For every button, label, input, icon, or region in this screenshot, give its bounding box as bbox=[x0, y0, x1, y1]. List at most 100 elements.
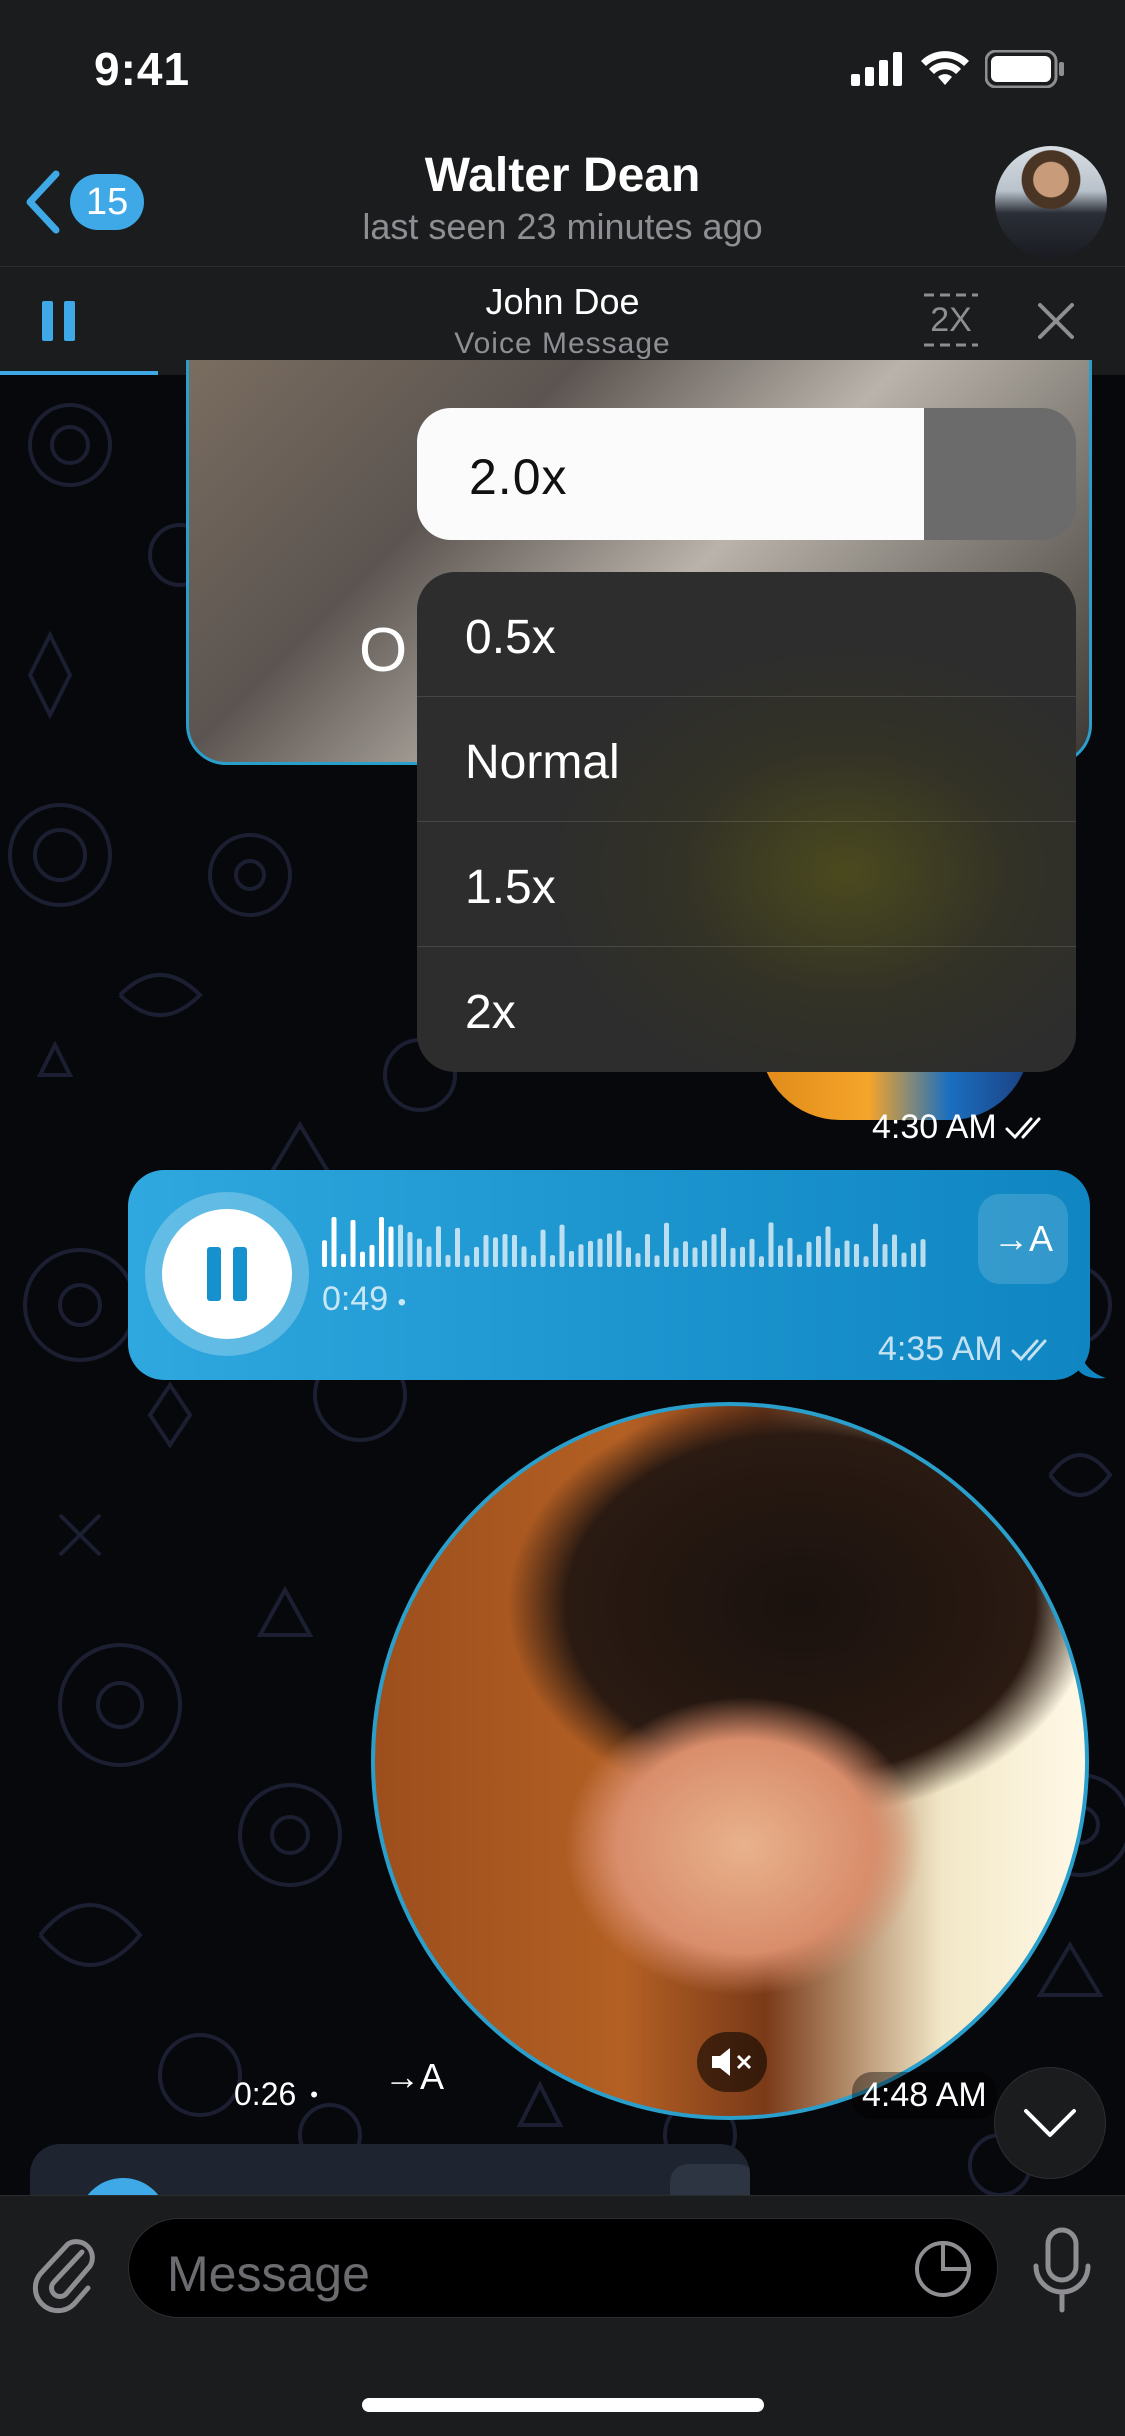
video-translate-button[interactable]: →A bbox=[384, 2056, 444, 2098]
message-input[interactable]: Message bbox=[128, 2218, 998, 2318]
waveform-bar bbox=[825, 1226, 831, 1267]
double-check-icon bbox=[1005, 1117, 1041, 1139]
waveform-bar bbox=[426, 1246, 432, 1267]
waveform-bar bbox=[882, 1244, 888, 1267]
status-time: 9:41 bbox=[94, 43, 191, 95]
chat-subtitle: last seen 23 minutes ago bbox=[362, 206, 763, 247]
status-icons bbox=[851, 50, 1065, 88]
scroll-down-button[interactable] bbox=[994, 2067, 1106, 2179]
waveform-bar bbox=[550, 1255, 555, 1267]
waveform-bar bbox=[436, 1226, 441, 1267]
message-placeholder: Message bbox=[167, 2246, 370, 2302]
waveform-bar bbox=[569, 1251, 574, 1267]
player-progress bbox=[0, 371, 158, 375]
bubble-tail bbox=[1078, 1340, 1106, 1379]
waveform-bar bbox=[711, 1234, 717, 1267]
mic-icon[interactable] bbox=[1030, 2226, 1094, 2316]
now-playing-bar[interactable]: John Doe Voice Message 2X bbox=[0, 266, 1125, 375]
waveform-bar bbox=[597, 1238, 603, 1267]
waveform-bar bbox=[635, 1253, 641, 1267]
waveform-bar bbox=[531, 1255, 536, 1267]
waveform-bar bbox=[645, 1233, 650, 1267]
menu-item-1-5x[interactable]: 1.5x bbox=[417, 822, 1076, 947]
waveform-bar bbox=[588, 1240, 593, 1267]
waveform-bar bbox=[844, 1240, 850, 1267]
chat-header: 15 Walter Dean last seen 23 minutes ago bbox=[0, 140, 1125, 266]
waveform-bar bbox=[721, 1227, 726, 1267]
status-bar: 9:41 bbox=[0, 0, 1125, 140]
waveform-bar bbox=[854, 1243, 859, 1267]
waveform-bar bbox=[673, 1247, 679, 1267]
waveform-bar bbox=[654, 1255, 660, 1267]
waveform-bar bbox=[322, 1240, 327, 1267]
waveform-bar bbox=[559, 1224, 565, 1267]
speed-label: 2X bbox=[930, 301, 972, 339]
speed-slider[interactable]: 2.0x bbox=[417, 408, 1076, 540]
waveform-bar bbox=[797, 1254, 802, 1267]
menu-item-normal[interactable]: Normal bbox=[417, 697, 1076, 822]
home-indicator bbox=[362, 2398, 764, 2412]
video-note-time: 4:48 AM bbox=[852, 2072, 997, 2119]
waveform-bar bbox=[483, 1234, 489, 1267]
speed-menu: 0.5x Normal 1.5x 2x bbox=[417, 572, 1076, 1072]
waveform-bar bbox=[873, 1223, 878, 1267]
voice-time-text: 4:35 AM bbox=[878, 1330, 1003, 1368]
waveform-bar bbox=[512, 1234, 517, 1267]
avatar[interactable] bbox=[995, 146, 1107, 258]
waveform-bar bbox=[664, 1222, 669, 1267]
waveform-bar bbox=[360, 1251, 365, 1267]
waveform-bar bbox=[863, 1256, 869, 1267]
waveform-bar bbox=[787, 1237, 793, 1267]
menu-item-0-5x[interactable]: 0.5x bbox=[417, 572, 1076, 697]
waveform-bar bbox=[816, 1235, 821, 1267]
pause-icon bbox=[207, 1247, 221, 1301]
signal-icon bbox=[851, 52, 902, 86]
waveform-bar bbox=[578, 1244, 584, 1267]
message-time-text: 4:30 AM bbox=[872, 1108, 997, 1146]
waveform-bar bbox=[341, 1253, 346, 1267]
close-icon[interactable] bbox=[1034, 299, 1078, 343]
voice-duration: 0:49 • bbox=[322, 1280, 407, 1318]
waveform-bar bbox=[702, 1240, 707, 1267]
message-composer: Message bbox=[0, 2195, 1125, 2436]
waveform-bar bbox=[464, 1255, 470, 1267]
translate-button[interactable]: →A bbox=[978, 1194, 1068, 1284]
waveform-bar bbox=[626, 1247, 631, 1267]
waveform-bar bbox=[730, 1247, 736, 1267]
waveform-bar bbox=[616, 1230, 622, 1267]
video-overlay-text: O bbox=[359, 616, 408, 685]
waveform-bar bbox=[920, 1239, 926, 1267]
waveform-bar bbox=[369, 1244, 375, 1267]
waveform-bar bbox=[379, 1217, 384, 1267]
waveform-bar bbox=[350, 1219, 356, 1267]
waveform-bar bbox=[607, 1233, 612, 1267]
voice-pause-button[interactable] bbox=[162, 1209, 292, 1339]
waveform-bar bbox=[740, 1246, 745, 1267]
chat-title[interactable]: Walter Dean bbox=[0, 148, 1125, 203]
waveform-bar bbox=[692, 1247, 698, 1267]
sticker-icon[interactable] bbox=[913, 2239, 973, 2299]
playback-speed-button[interactable]: 2X bbox=[922, 291, 980, 349]
message-time: 4:30 AM bbox=[872, 1108, 1049, 1147]
waveform-bar bbox=[806, 1241, 812, 1267]
waveform-bar bbox=[502, 1234, 508, 1267]
wifi-icon bbox=[921, 51, 969, 85]
video-note-duration: 0:26 • bbox=[234, 2076, 318, 2112]
video-note[interactable] bbox=[371, 1402, 1089, 2120]
waveform[interactable] bbox=[322, 1215, 942, 1271]
waveform-bar bbox=[759, 1256, 764, 1267]
menu-item-2x[interactable]: 2x bbox=[417, 947, 1076, 1072]
speed-slider-label: 2.0x bbox=[469, 449, 568, 505]
double-check-icon bbox=[1011, 1339, 1047, 1361]
waveform-bar bbox=[407, 1232, 413, 1267]
waveform-bar bbox=[768, 1222, 774, 1267]
waveform-bar bbox=[835, 1247, 840, 1267]
mute-icon[interactable] bbox=[697, 2032, 767, 2092]
waveform-bar bbox=[474, 1246, 479, 1267]
waveform-bar bbox=[331, 1217, 337, 1267]
attach-icon[interactable] bbox=[30, 2230, 100, 2314]
waveform-bar bbox=[388, 1226, 394, 1267]
waveform-bar bbox=[445, 1254, 451, 1267]
waveform-bar bbox=[398, 1224, 403, 1267]
battery-icon bbox=[985, 50, 1064, 88]
